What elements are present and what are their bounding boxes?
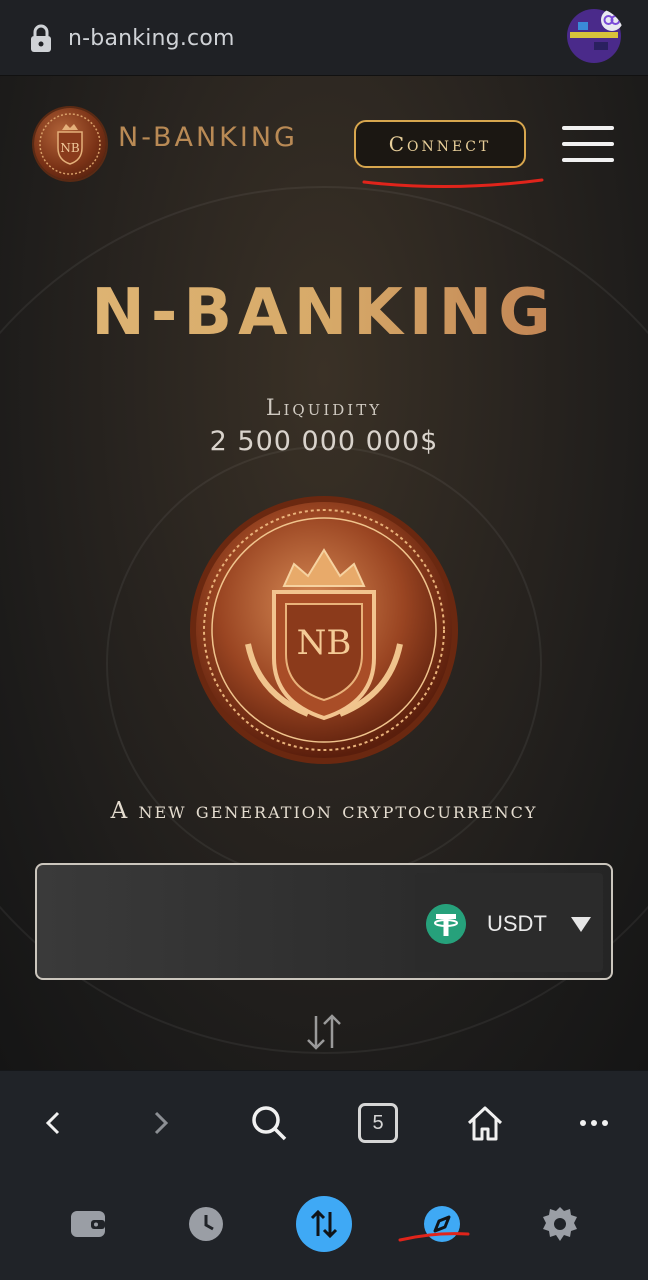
chevron-down-icon bbox=[571, 917, 591, 932]
token-select[interactable]: USDT bbox=[415, 873, 603, 972]
brand-logo[interactable]: NB bbox=[34, 108, 106, 180]
url-text[interactable]: n-banking.com bbox=[68, 26, 235, 51]
coin-image: NB bbox=[190, 496, 458, 764]
browser-toolbar: 5 bbox=[0, 1070, 648, 1180]
liquidity-value: 2 500 000 000$ bbox=[209, 426, 439, 457]
web-page: NB N-BANKING Connect N-BANKING Liquidity… bbox=[0, 76, 648, 1070]
coin-monogram: NB bbox=[297, 623, 352, 663]
profile-avatar[interactable] bbox=[564, 8, 624, 64]
forward-icon[interactable] bbox=[138, 1101, 182, 1145]
tabs-icon[interactable]: 5 bbox=[356, 1101, 400, 1145]
settings-icon[interactable] bbox=[532, 1196, 588, 1252]
tab-count: 5 bbox=[358, 1103, 398, 1143]
annotation-underline bbox=[362, 178, 544, 189]
swap-vertical-icon[interactable] bbox=[304, 1012, 344, 1052]
swap-icon[interactable] bbox=[296, 1196, 352, 1252]
history-icon[interactable] bbox=[178, 1196, 234, 1252]
amount-input[interactable]: USDT bbox=[35, 863, 613, 980]
browser-url-bar[interactable]: n-banking.com bbox=[0, 0, 648, 76]
wallet-icon[interactable] bbox=[60, 1196, 116, 1252]
lock-icon bbox=[31, 24, 51, 52]
svg-text:NB: NB bbox=[60, 141, 80, 155]
back-icon[interactable] bbox=[32, 1101, 76, 1145]
liquidity-label: Liquidity bbox=[265, 396, 383, 421]
bottom-navigation bbox=[0, 1180, 648, 1280]
tagline: A new generation cryptocurrency bbox=[110, 798, 538, 824]
swap-active-indicator bbox=[296, 1196, 352, 1252]
home-icon[interactable] bbox=[463, 1101, 507, 1145]
more-icon[interactable] bbox=[572, 1101, 616, 1145]
hamburger-menu-icon[interactable] bbox=[562, 126, 614, 162]
search-icon[interactable] bbox=[247, 1101, 291, 1145]
annotation-underline bbox=[398, 1232, 470, 1242]
hero-title: N-BANKING bbox=[0, 276, 648, 350]
tether-icon bbox=[426, 904, 466, 944]
connect-button[interactable]: Connect bbox=[354, 120, 526, 168]
brand-name: N-BANKING bbox=[118, 122, 298, 153]
token-symbol: USDT bbox=[487, 911, 547, 936]
